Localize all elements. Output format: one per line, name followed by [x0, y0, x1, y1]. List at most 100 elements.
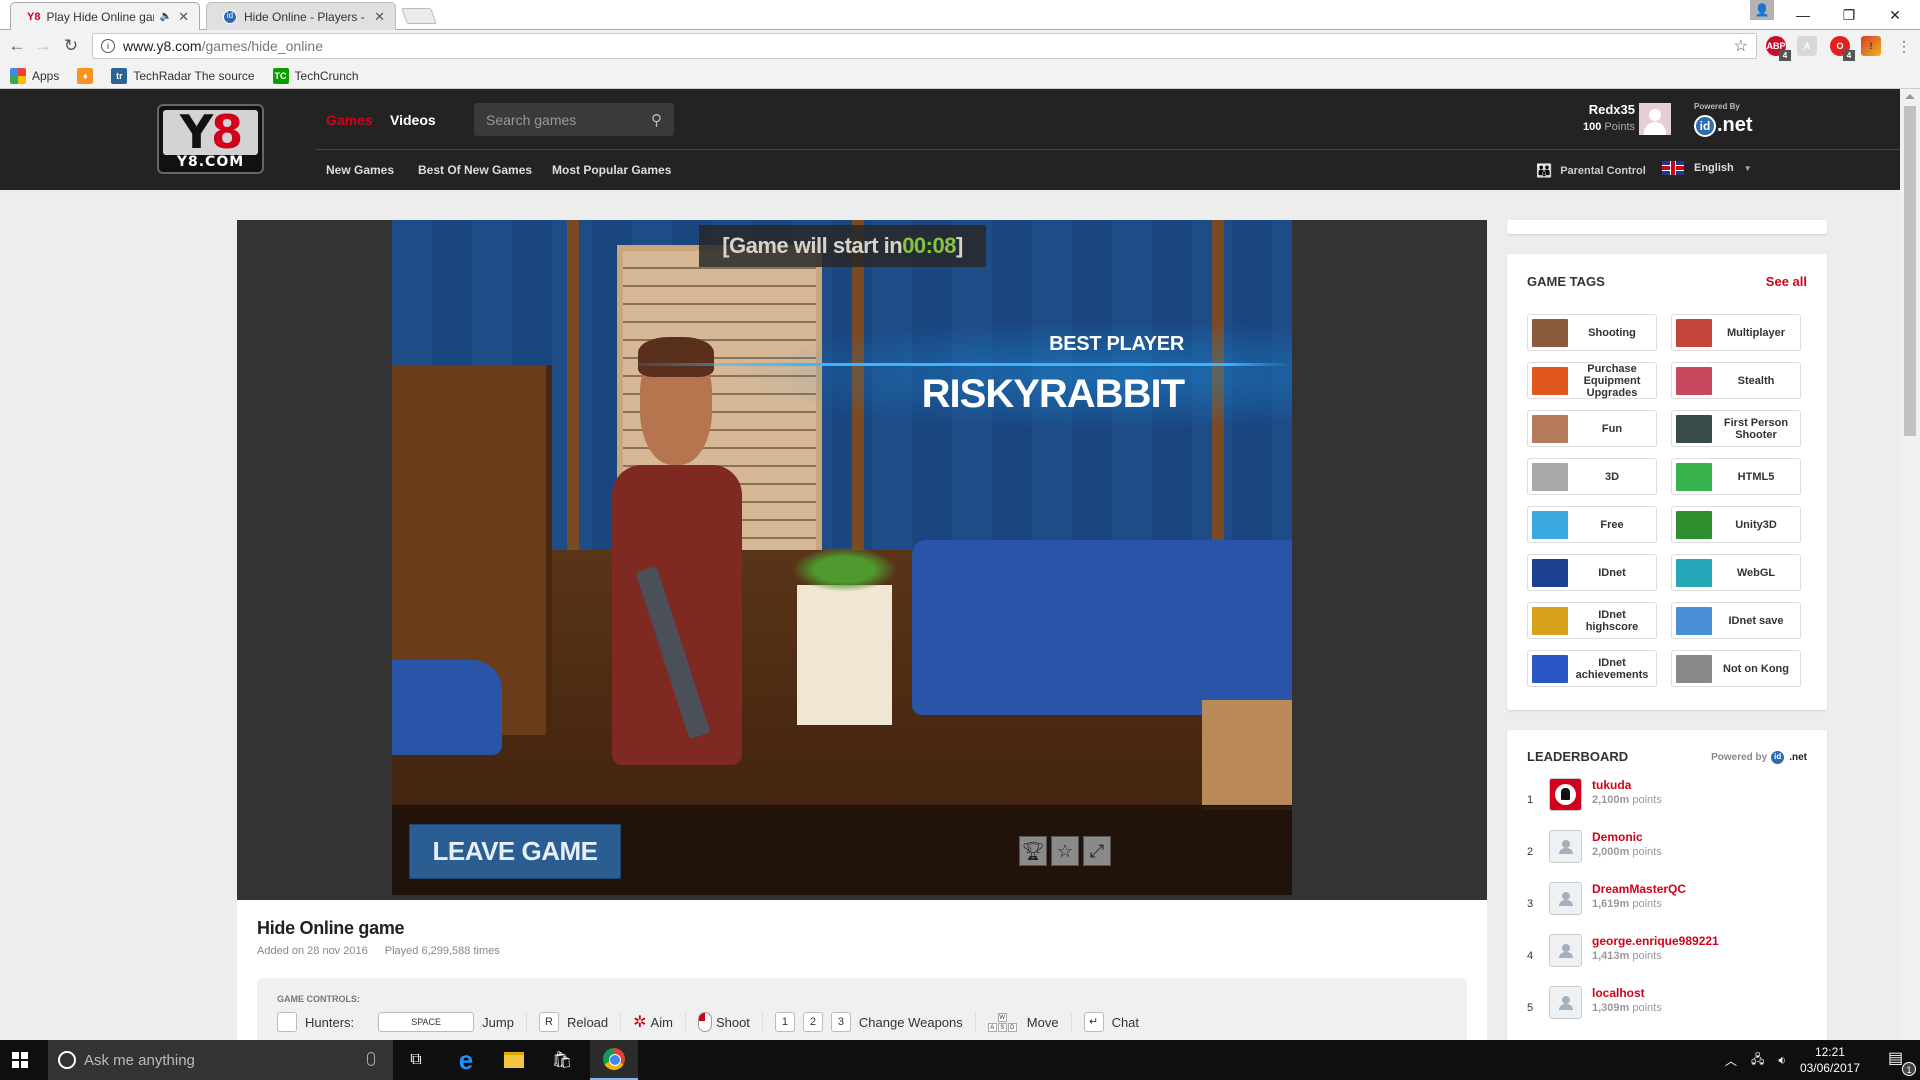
tab-hide-online-game[interactable]: Y8 Play Hide Online game 🔈 ✕ — [10, 2, 200, 30]
tag-not-on-kong[interactable]: Not on Kong — [1671, 650, 1801, 687]
subnav-most-popular-games[interactable]: Most Popular Games — [552, 163, 671, 177]
nav-games[interactable]: Games — [326, 112, 373, 128]
close-tab-icon[interactable]: ✕ — [374, 9, 385, 25]
search-icon[interactable]: ⚲ — [651, 111, 662, 129]
player-avatar[interactable] — [1549, 986, 1582, 1019]
forward-icon[interactable]: → — [32, 35, 54, 57]
fullscreen-icon[interactable]: ⤢ — [1083, 836, 1111, 866]
info-icon[interactable]: i — [101, 39, 115, 53]
tag-idnet[interactable]: IDnet — [1527, 554, 1657, 591]
leaderboard-powered-by[interactable]: Powered by id .net — [1711, 750, 1807, 765]
tag-label: HTML5 — [1737, 470, 1775, 483]
tag-thumbnail-icon — [1676, 606, 1712, 635]
user-info[interactable]: Redx35 100 Points — [1520, 102, 1635, 133]
audio-icon[interactable]: 🔈 — [160, 11, 172, 22]
tag-idnet-achievements[interactable]: IDnet achievements — [1527, 650, 1657, 687]
leaderboard-rank: 2 — [1527, 846, 1534, 858]
address-toolbar: ← → ↻ i www.y8.com/games/hide_online ☆ A… — [0, 30, 1920, 63]
bookmark-star-icon[interactable]: ☆ — [1734, 36, 1748, 56]
bookmark-flame[interactable]: ♦ — [77, 67, 94, 84]
scroll-up-arrow[interactable] — [1905, 94, 1915, 99]
tag-first-person-shooter[interactable]: First Person Shooter — [1671, 410, 1801, 447]
tag-idnet-save[interactable]: IDnet save — [1671, 602, 1801, 639]
chrome-menu-icon[interactable]: ⋮ — [1893, 35, 1915, 57]
tag-idnet-highscore[interactable]: IDnet highscore — [1527, 602, 1657, 639]
player-avatar[interactable] — [1549, 778, 1582, 811]
close-tab-icon[interactable]: ✕ — [178, 9, 189, 25]
microphone-icon[interactable] — [367, 1052, 375, 1066]
bookmark-techradar[interactable]: tr TechRadar The source — [111, 67, 255, 84]
see-all-tags-link[interactable]: See all — [1766, 274, 1807, 289]
warning-extension-icon[interactable]: ! — [1861, 36, 1881, 56]
control-chat: ↵ Chat — [1072, 1012, 1151, 1032]
windows-start-icon[interactable] — [12, 1052, 28, 1068]
network-icon[interactable]: 🖧 — [1751, 1050, 1764, 1071]
game-tags-card: GAME TAGS See all Shooting Multiplayer Pur… — [1507, 254, 1827, 710]
tab-hide-online-players[interactable]: id Hide Online - Players - ID ✕ — [206, 2, 396, 30]
task-view-icon[interactable]: ⧉ — [392, 1040, 440, 1080]
player-name-link[interactable]: george.enrique989221 — [1592, 934, 1719, 948]
subnav-new-games[interactable]: New Games — [326, 163, 394, 177]
file-explorer-icon[interactable] — [490, 1040, 538, 1080]
tag-fun[interactable]: Fun — [1527, 410, 1657, 447]
player-name-link[interactable]: Demonic — [1592, 830, 1643, 844]
chrome-taskbar-icon[interactable] — [590, 1040, 638, 1080]
edge-browser-icon[interactable]: e — [442, 1040, 490, 1080]
tag-html5[interactable]: HTML5 — [1671, 458, 1801, 495]
volume-icon[interactable]: 🔉︎ — [1778, 1053, 1786, 1068]
player-avatar[interactable] — [1549, 882, 1582, 915]
tag-purchase-equipment-upgrades[interactable]: Purchase Equipment Upgrades — [1527, 362, 1657, 399]
player-name-link[interactable]: DreamMasterQC — [1592, 882, 1686, 896]
minimize-icon[interactable]: — — [1780, 0, 1826, 30]
parental-control-link[interactable]: 👪 Parental Control — [1536, 163, 1646, 179]
player-name-link[interactable]: tukuda — [1592, 778, 1631, 792]
tag-free[interactable]: Free — [1527, 506, 1657, 543]
close-window-icon[interactable]: ✕ — [1872, 0, 1918, 30]
y8-logo[interactable]: Y8 Y8.COM — [157, 104, 264, 174]
cortana-search-input[interactable]: Ask me anything — [48, 1040, 393, 1080]
nav-videos[interactable]: Videos — [390, 112, 436, 128]
bookmark-techcrunch[interactable]: TC TechCrunch — [272, 67, 359, 84]
hunters-checkbox[interactable] — [277, 1012, 297, 1032]
clock[interactable]: 12:21 03/06/2017 — [1800, 1044, 1860, 1076]
page-scrollbar[interactable] — [1900, 89, 1920, 1040]
player-avatar[interactable] — [1549, 830, 1582, 863]
trophy-icon[interactable]: 🏆︎ — [1019, 836, 1047, 866]
tag-label: Purchase Equipment Upgrades — [1583, 362, 1641, 399]
store-icon[interactable]: 🛍︎ — [538, 1040, 586, 1080]
pdf-extension-icon[interactable]: A — [1797, 36, 1817, 56]
uk-flag-icon — [1662, 161, 1684, 175]
tag-multiplayer[interactable]: Multiplayer — [1671, 314, 1801, 351]
back-icon[interactable]: ← — [6, 35, 28, 57]
tag-3d[interactable]: 3D — [1527, 458, 1657, 495]
tag-thumbnail-icon — [1532, 510, 1568, 539]
scroll-thumb[interactable] — [1904, 106, 1916, 436]
tag-thumbnail-icon — [1532, 366, 1568, 395]
player-name-link[interactable]: localhost — [1592, 986, 1645, 1000]
adblock-plus-icon[interactable]: ABP 4 — [1766, 36, 1791, 61]
restore-icon[interactable]: ❐ — [1826, 0, 1872, 30]
idnet-logo[interactable]: id .net — [1694, 114, 1753, 137]
tag-thumbnail-icon — [1532, 654, 1568, 683]
tag-unity3d[interactable]: Unity3D — [1671, 506, 1801, 543]
tag-webgl[interactable]: WebGL — [1671, 554, 1801, 591]
player-avatar[interactable] — [1549, 934, 1582, 967]
language-selector[interactable]: English ▼ — [1662, 161, 1752, 175]
avatar[interactable] — [1639, 103, 1671, 135]
opera-block-icon[interactable]: O4 — [1830, 36, 1855, 61]
profile-icon[interactable]: 👤 — [1750, 0, 1774, 20]
game-canvas[interactable]: [Game will start in 00:08] BEST PLAYER R… — [392, 220, 1292, 895]
tag-shooting[interactable]: Shooting — [1527, 314, 1657, 351]
search-input[interactable]: Search games ⚲ — [474, 103, 674, 136]
new-tab-button[interactable] — [401, 8, 437, 24]
subnav-best-of-new-games[interactable]: Best Of New Games — [418, 163, 532, 177]
tray-chevron-icon[interactable]: ︿ — [1725, 1052, 1737, 1069]
star-icon[interactable]: ☆ — [1051, 836, 1079, 866]
bookmark-apps[interactable]: Apps — [10, 67, 59, 84]
url-input[interactable]: i www.y8.com/games/hide_online ☆ — [92, 33, 1757, 59]
leaderboard-rank: 1 — [1527, 794, 1534, 806]
leave-game-button[interactable]: LEAVE GAME — [409, 824, 621, 879]
tag-stealth[interactable]: Stealth — [1671, 362, 1801, 399]
reload-icon[interactable]: ↻ — [60, 35, 82, 57]
action-center-icon[interactable]: ▤ 1 — [1888, 1048, 1916, 1076]
